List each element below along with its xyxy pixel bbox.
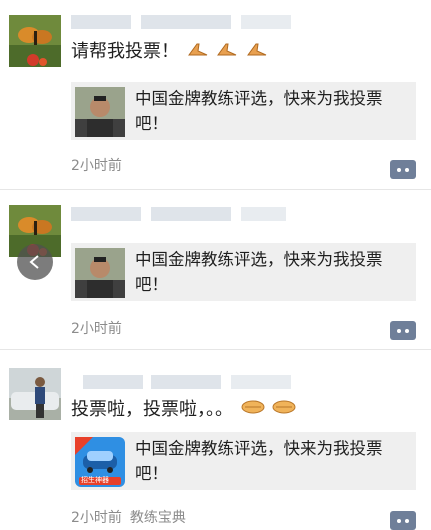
handshake-icon <box>272 398 296 422</box>
post-text: 投票啦，投票啦，。。 <box>71 398 296 422</box>
post-text-content: 请帮我投票！ <box>71 41 179 62</box>
shared-link-card[interactable]: 招生神器 中国金牌教练评选，快来为我投票吧！ <box>71 432 416 490</box>
post-meta: 2小时前 教练宝典 <box>71 507 186 527</box>
pray-hands-icon <box>187 40 209 64</box>
shared-link-card[interactable]: 中国金牌教练评选，快来为我投票吧！ <box>71 243 416 301</box>
shared-link-card[interactable]: 中国金牌教练评选，快来为我投票吧！ <box>71 82 416 140</box>
app-thumbnail: 招生神器 <box>75 437 125 487</box>
post-text: 请帮我投票！ <box>71 40 268 64</box>
coach-photo-thumbnail <box>75 87 125 137</box>
comment-icon[interactable] <box>390 321 416 340</box>
pray-hands-icon <box>246 40 268 64</box>
share-title: 中国金牌教练评选，快来为我投票吧！ <box>135 439 383 483</box>
avatar[interactable] <box>9 368 61 420</box>
post-meta: 2小时前 <box>71 155 122 175</box>
comment-icon[interactable] <box>390 160 416 179</box>
coach-photo-thumbnail <box>75 248 125 298</box>
post-meta: 2小时前 <box>71 318 122 338</box>
app-badge-text: 招生神器 <box>81 476 109 484</box>
post-time: 2小时前 <box>71 158 122 174</box>
moment-post: 请帮我投票！ 中国金牌教练评选，快来为我投票吧！ 2小时前 <box>0 0 431 190</box>
post-time: 2小时前 <box>71 510 122 526</box>
nickname-blurred[interactable] <box>71 203 301 225</box>
back-button[interactable] <box>17 244 53 280</box>
back-arrow-icon <box>29 255 39 269</box>
man-with-car-avatar-image <box>9 368 61 420</box>
nickname-blurred[interactable] <box>71 371 301 393</box>
post-time: 2小时前 <box>71 321 122 337</box>
pray-hands-icon <box>216 40 238 64</box>
share-title: 中国金牌教练评选，快来为我投票吧！ <box>135 89 383 133</box>
nickname-blurred[interactable] <box>71 11 301 33</box>
post-text-content: 投票啦，投票啦，。。 <box>71 399 233 420</box>
butterfly-avatar-image <box>9 15 61 67</box>
moment-post: 中国金牌教练评选，快来为我投票吧！ 2小时前 <box>0 190 431 350</box>
avatar[interactable] <box>9 15 61 67</box>
post-source[interactable]: 教练宝典 <box>130 510 186 526</box>
comment-icon[interactable] <box>390 511 416 530</box>
handshake-icon <box>241 398 265 422</box>
share-title: 中国金牌教练评选，快来为我投票吧！ <box>135 250 383 294</box>
moment-post: 投票啦，投票啦，。。 招生神器 中国金牌教练评选，快来为我投票吧！ 2小时前 教练… <box>0 350 431 530</box>
